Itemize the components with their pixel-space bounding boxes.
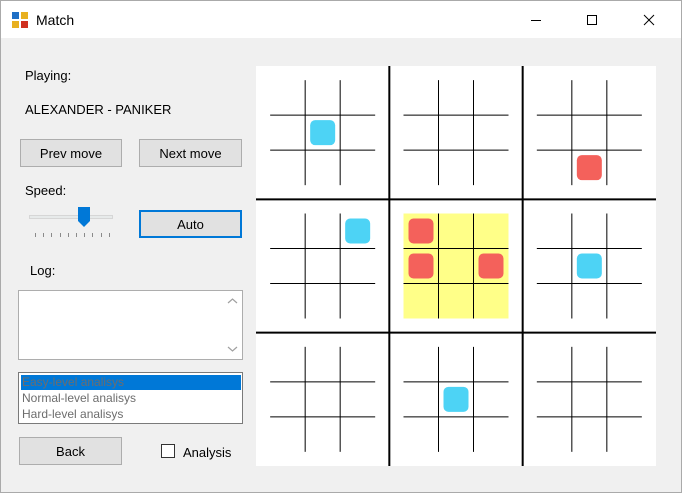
window-title: Match <box>36 12 75 28</box>
next-move-button[interactable]: Next move <box>139 139 242 167</box>
maximize-button[interactable] <box>569 1 615 38</box>
analysis-level-list[interactable]: Easy-level analisys Normal-level analisy… <box>18 372 243 424</box>
red-piece <box>576 155 602 181</box>
slider-tick <box>35 233 36 237</box>
list-item-normal[interactable]: Normal-level analisys <box>21 391 241 406</box>
playing-label: Playing: <box>25 68 72 83</box>
slider-thumb[interactable] <box>77 207 90 227</box>
slider-tick <box>67 233 69 237</box>
slider-tick <box>92 233 94 237</box>
red-piece <box>478 253 504 279</box>
speed-label: Speed: <box>25 183 67 198</box>
scroll-down-icon[interactable] <box>227 343 238 354</box>
list-item-easy[interactable]: Easy-level analisys <box>21 375 241 390</box>
log-scrollbar[interactable] <box>224 292 241 358</box>
title-bar[interactable]: Match <box>1 1 681 38</box>
red-piece <box>408 253 434 279</box>
speed-slider[interactable] <box>23 205 119 241</box>
back-button[interactable]: Back <box>19 437 122 465</box>
slider-tick <box>51 233 53 237</box>
slider-tick <box>43 233 45 237</box>
prev-move-button[interactable]: Prev move <box>20 139 122 167</box>
game-board[interactable] <box>256 66 656 466</box>
blue-piece <box>310 120 336 146</box>
slider-tick <box>76 233 77 237</box>
maximize-icon <box>587 14 597 25</box>
blue-piece <box>345 218 371 244</box>
close-button[interactable] <box>626 1 672 38</box>
log-textbox[interactable] <box>18 290 243 360</box>
slider-tick <box>100 233 102 237</box>
app-grid-icon <box>12 12 28 28</box>
minimize-button[interactable] <box>513 1 559 38</box>
analysis-checkbox-label: Analysis <box>183 445 232 460</box>
scroll-up-icon[interactable] <box>227 296 238 307</box>
blue-piece <box>443 386 469 412</box>
list-item-hard[interactable]: Hard-level analisys <box>21 407 241 422</box>
minimize-icon <box>531 19 541 21</box>
red-piece <box>408 218 434 244</box>
slider-tick <box>84 233 86 237</box>
auto-button[interactable]: Auto <box>139 210 242 238</box>
blue-piece <box>576 253 602 279</box>
close-icon <box>643 14 655 25</box>
slider-tick <box>108 233 110 237</box>
players-label: ALEXANDER - PANIKER <box>25 102 172 117</box>
match-window: Match Playing: ALEXANDER - PANIKER Prev … <box>0 0 682 493</box>
log-label: Log: <box>30 263 56 278</box>
slider-tick <box>59 233 61 237</box>
analysis-checkbox[interactable] <box>161 444 175 458</box>
slider-track <box>29 215 113 219</box>
